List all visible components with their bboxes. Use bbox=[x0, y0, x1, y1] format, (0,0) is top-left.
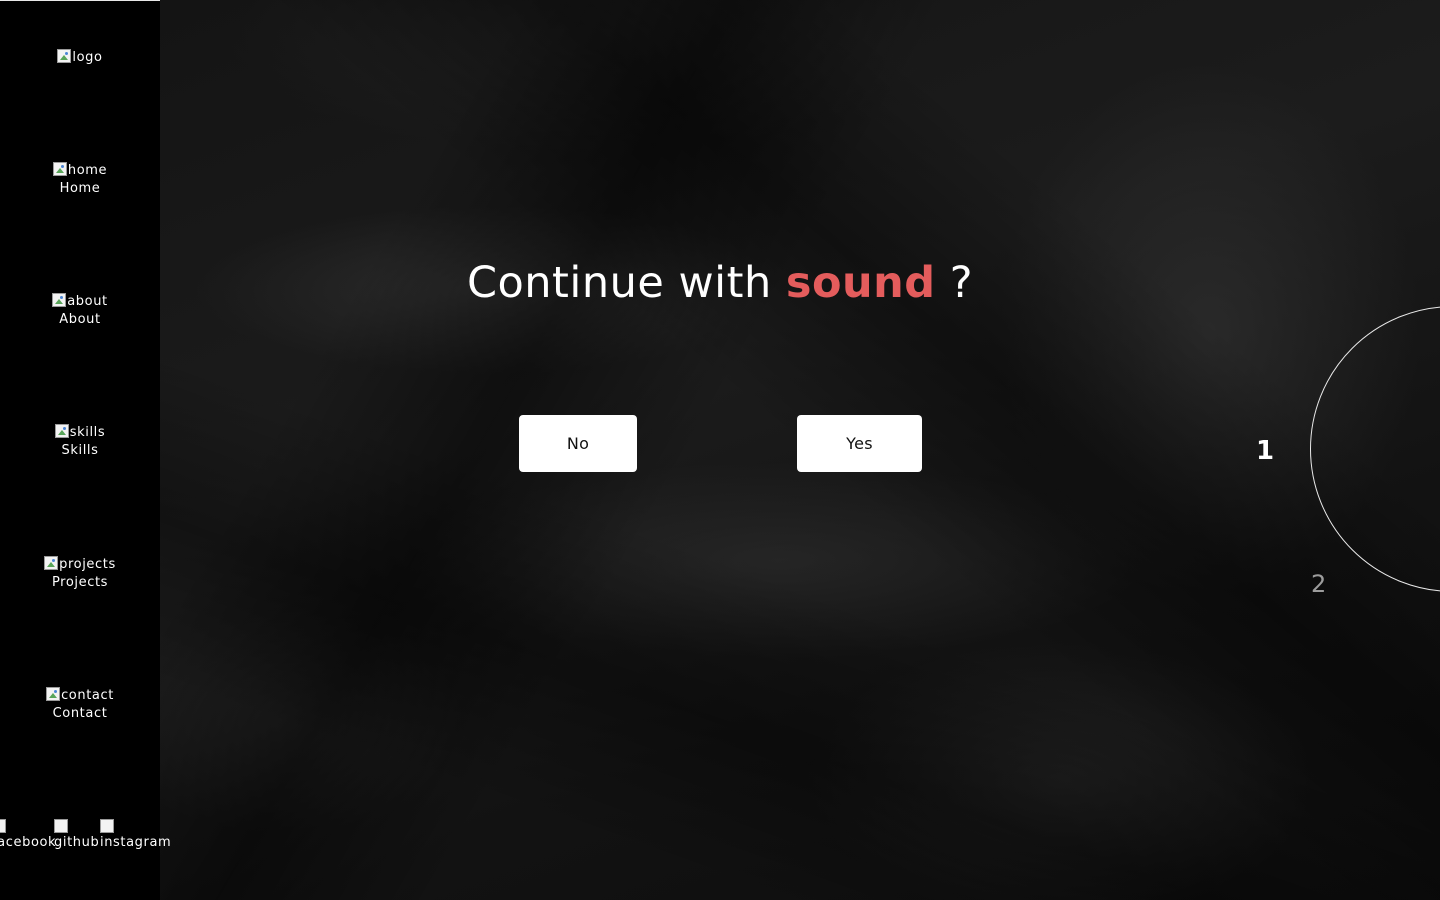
no-sound-button[interactable]: No bbox=[519, 415, 637, 472]
instagram-icon bbox=[100, 819, 114, 833]
logo-alt-text: logo bbox=[72, 50, 103, 65]
sidebar-item-label: Skills bbox=[61, 443, 99, 458]
instagram-link[interactable]: instagram bbox=[100, 819, 171, 850]
contact-icon-alt-text: contact bbox=[61, 688, 114, 703]
contact-icon: contact bbox=[0, 687, 160, 705]
broken-image-icon bbox=[54, 424, 69, 438]
pager-circle bbox=[1310, 306, 1440, 592]
sidebar-item-home[interactable]: home Home bbox=[0, 162, 160, 198]
sidebar-item-skills[interactable]: skills Skills bbox=[0, 424, 160, 460]
github-icon bbox=[54, 819, 68, 833]
social-links: facebook github instagram bbox=[0, 819, 171, 859]
projects-icon: projects bbox=[0, 556, 160, 574]
sound-prompt-heading: Continue with sound ? bbox=[160, 258, 1280, 308]
skills-icon-alt-text: skills bbox=[69, 425, 106, 440]
sidebar-item-label: Projects bbox=[51, 575, 109, 590]
facebook-icon bbox=[0, 819, 6, 833]
github-label: github bbox=[54, 835, 100, 850]
logo[interactable]: logo bbox=[0, 49, 160, 67]
skills-icon: skills bbox=[0, 424, 160, 442]
page-number-next[interactable]: 2 bbox=[1311, 570, 1326, 598]
logo-image: logo bbox=[0, 49, 160, 67]
home-icon-alt-text: home bbox=[67, 163, 108, 178]
page-indicator: 1 2 bbox=[1200, 300, 1440, 610]
prompt-accent-word: sound bbox=[785, 258, 936, 308]
page-number-current[interactable]: 1 bbox=[1256, 436, 1274, 466]
sidebar-item-label: About bbox=[59, 312, 101, 327]
sidebar-item-contact[interactable]: contact Contact bbox=[0, 687, 160, 723]
sidebar: logo home Home about About skills Skills… bbox=[0, 0, 171, 900]
about-icon-alt-text: about bbox=[67, 294, 108, 309]
facebook-label: facebook bbox=[0, 835, 57, 850]
github-link[interactable]: github bbox=[54, 819, 99, 850]
page: logo home Home about About skills Skills… bbox=[0, 0, 1440, 900]
sidebar-item-label: Contact bbox=[52, 706, 108, 721]
sidebar-item-label: Home bbox=[59, 181, 101, 196]
prompt-prefix: Continue with bbox=[466, 258, 786, 308]
broken-image-icon bbox=[52, 293, 67, 307]
broken-image-icon bbox=[44, 556, 59, 570]
broken-image-icon bbox=[57, 49, 72, 63]
broken-image-icon bbox=[46, 687, 61, 701]
sidebar-item-projects[interactable]: projects Projects bbox=[0, 556, 160, 592]
projects-icon-alt-text: projects bbox=[59, 557, 116, 572]
prompt-suffix: ? bbox=[935, 258, 974, 308]
home-icon: home bbox=[0, 162, 160, 180]
facebook-link[interactable]: facebook bbox=[0, 819, 56, 850]
instagram-label: instagram bbox=[100, 835, 172, 850]
about-icon: about bbox=[0, 293, 160, 311]
broken-image-icon bbox=[52, 162, 67, 176]
yes-sound-button[interactable]: Yes bbox=[797, 415, 922, 472]
sidebar-item-about[interactable]: about About bbox=[0, 293, 160, 329]
